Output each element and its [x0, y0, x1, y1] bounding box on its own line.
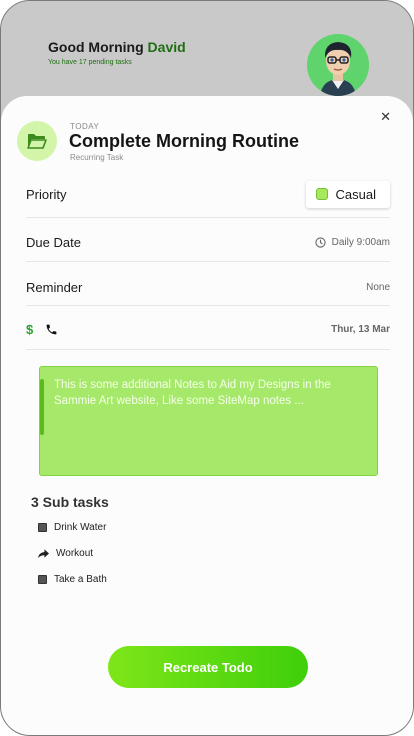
avatar-illustration [307, 34, 369, 96]
divider [26, 349, 390, 350]
day-label: TODAY [70, 122, 100, 131]
divider [26, 261, 390, 262]
divider [26, 305, 390, 306]
priority-value: Casual [335, 186, 376, 202]
pending-tasks-count: You have 17 pending tasks [48, 59, 132, 66]
dollar-icon[interactable]: $ [26, 322, 33, 337]
priority-color-swatch [315, 188, 328, 200]
checkbox-icon[interactable] [38, 523, 47, 532]
notes-accent-bar [40, 379, 44, 435]
due-date-value: Daily 9:00am [331, 236, 390, 248]
reminder-value: None [366, 281, 390, 293]
due-date-label: Due Date [26, 234, 81, 250]
greeting-phrase: Good Morning [48, 39, 144, 55]
phone-icon[interactable] [45, 323, 58, 336]
task-date: Thur, 13 Mar [331, 323, 390, 335]
subtask-label: Take a Bath [54, 574, 107, 585]
subtasks-heading: 3 Sub tasks [31, 494, 109, 510]
phone-frame: Good Morning David You have 17 pending t… [0, 0, 414, 736]
task-detail-sheet: ✕ TODAY Complete Morning Routine Recurri… [1, 96, 413, 735]
subtask-item[interactable]: Take a Bath [38, 574, 107, 585]
task-type: Recurring Task [70, 153, 124, 162]
action-icons: $ [26, 322, 58, 337]
avatar[interactable] [307, 34, 369, 96]
share-arrow-icon [38, 548, 49, 558]
notes-box[interactable]: This is some additional Notes to Aid my … [39, 366, 378, 476]
user-name: David [147, 39, 186, 55]
divider [26, 217, 390, 218]
close-icon[interactable]: ✕ [380, 110, 391, 123]
folder-open-icon [17, 121, 57, 161]
clock-icon [315, 236, 326, 248]
extras-row: $ Thur, 13 Mar [26, 319, 390, 339]
due-date-value-group: Daily 9:00am [315, 237, 390, 248]
greeting-text: Good Morning David [48, 39, 186, 55]
subtask-item[interactable]: Workout [38, 548, 93, 559]
task-title: Complete Morning Routine [69, 131, 299, 151]
reminder-label: Reminder [26, 279, 83, 295]
subtask-label: Workout [56, 548, 94, 559]
due-date-row[interactable]: Due Date Daily 9:00am [26, 232, 390, 252]
priority-selector[interactable]: Casual [305, 180, 390, 208]
notes-text: This is some additional Notes to Aid my … [54, 379, 331, 407]
subtask-label: Drink Water [54, 522, 107, 533]
priority-label: Priority [26, 186, 67, 202]
priority-row: Priority Casual [26, 179, 390, 209]
checkbox-icon[interactable] [38, 575, 47, 584]
recreate-todo-button[interactable]: Recreate Todo [108, 646, 308, 688]
subtask-item[interactable]: Drink Water [38, 522, 106, 533]
reminder-row[interactable]: Reminder None [26, 277, 390, 297]
